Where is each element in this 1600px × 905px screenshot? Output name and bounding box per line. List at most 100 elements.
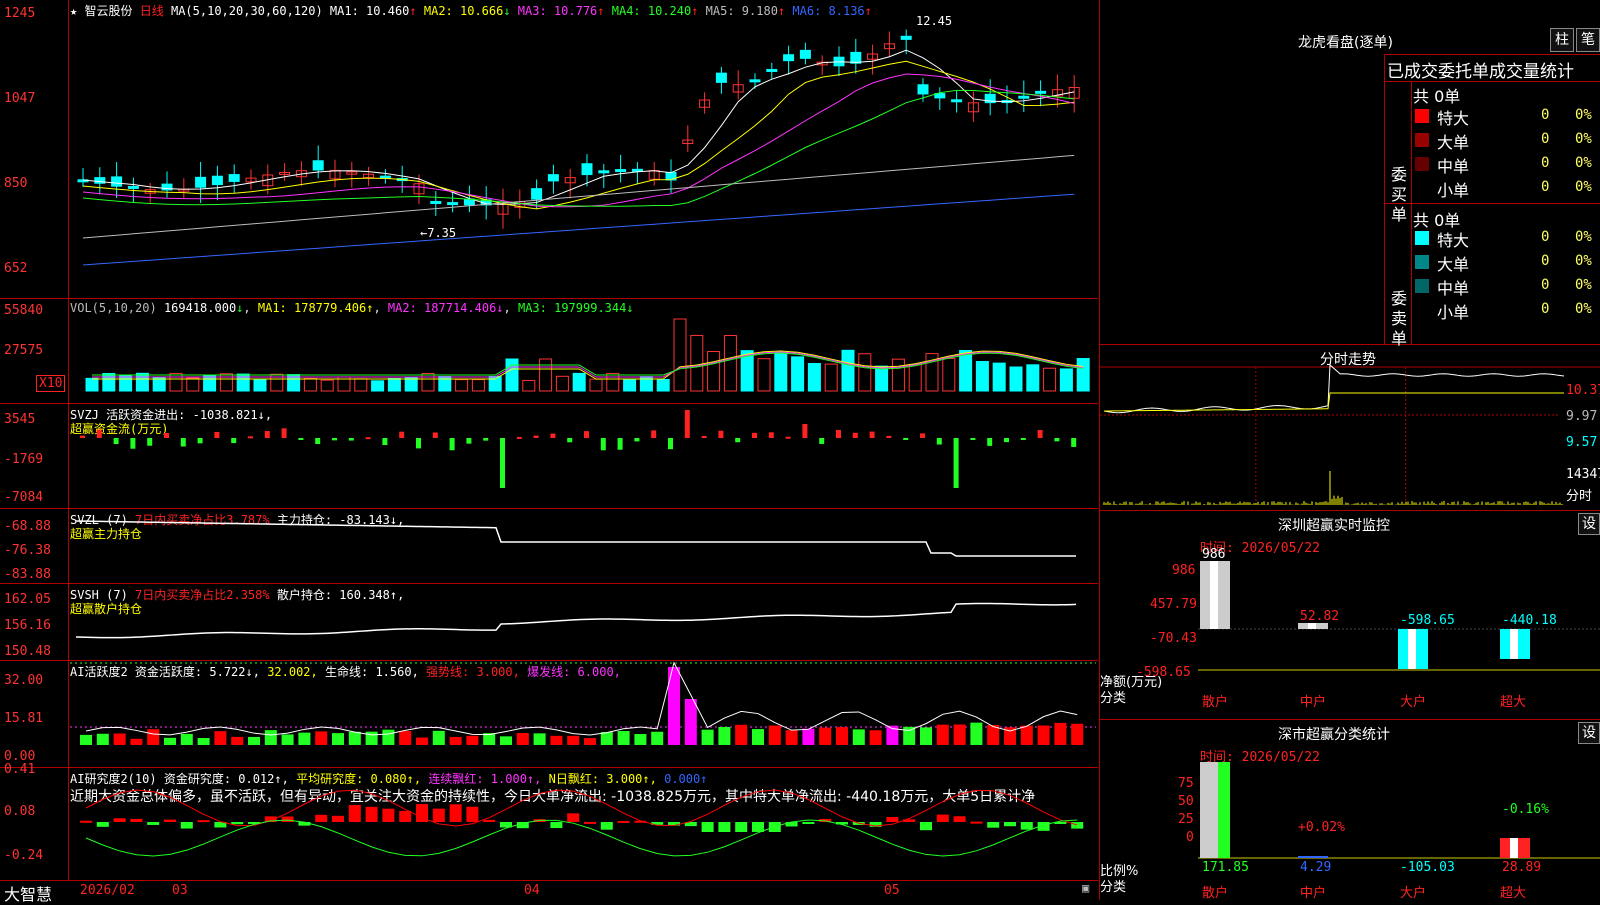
volume-bar [673,318,687,392]
sz-class-bar-part [1218,762,1230,858]
research-bar [382,808,395,822]
research-bar [449,804,462,822]
active-bar [600,732,613,745]
volume-bar [320,379,334,392]
row-swatch [1415,181,1429,195]
column-mode-button[interactable]: 柱 [1550,28,1574,52]
sz-class-bar-highlight [1510,838,1518,858]
svzj-bars [80,410,1077,488]
research-bar [987,822,1000,828]
candle-body [850,51,862,64]
sz-class-panel[interactable]: 深市超赢分类统计 设 时间: 2026/05/22 75 50 25 0 比例%… [1099,720,1600,901]
research-bar [617,820,630,823]
flow-bar [785,436,791,439]
research-red-line [85,789,1078,827]
research-bar [970,821,983,824]
candle-body [799,49,811,59]
candle-body [1018,95,1030,99]
volume-bar [1026,364,1040,392]
svzj-panel[interactable]: SVZJ 活跃资金进出: -1038.821↓, 超赢资金流(万元) 3545 … [0,404,1098,509]
flow-bar [466,438,472,444]
ma-line [82,154,1075,239]
research-bar [180,822,193,829]
active-bar [332,733,344,745]
flow-bar [802,424,808,438]
row-count: 0 [1541,107,1550,123]
volume-bar [354,378,368,392]
volume-bar [471,379,485,392]
active-bar [466,735,479,745]
flow-bar [214,431,220,438]
active-bar [500,736,512,745]
research-bar [231,822,244,825]
active-bar [802,728,815,745]
volume-bar [1076,358,1090,392]
ai-active-panel[interactable]: AI活跃度2 资金活跃度: 5.722↓, 32.002, 生命线: 1.560… [0,661,1098,768]
candle-body [631,168,643,172]
volume-bar [908,363,922,392]
row-count: 0 [1541,301,1550,317]
dragon-sep [1385,81,1600,82]
active-bar [1037,725,1050,745]
candle-body [195,176,207,188]
row-swatch [1415,279,1429,293]
active-bar [1020,725,1033,745]
volume-bar [203,374,217,392]
volume-bar [135,372,149,392]
candle-body [228,174,240,182]
research-bar [920,822,932,831]
active-bar [684,699,697,745]
flow-bar [953,438,959,488]
svzl-panel[interactable]: SVZL (7) 7日内买卖净占比3.787% 主力持仓: -83.143↓, … [0,509,1098,584]
flow-bar [197,438,203,444]
active-bar [819,727,832,745]
research-bar [466,806,479,822]
candle-body [715,72,727,83]
volume-panel[interactable]: VOL(5,10,20) 169418.000↓, MA1: 178779.40… [0,299,1098,404]
research-bar [1071,822,1084,829]
volume-bar [102,373,116,392]
volume-bar [539,358,553,392]
ai-research-panel[interactable]: AI研究度2(10) 资金研究度: 0.012↑, 平均研究度: 0.080↑,… [0,762,1098,881]
flow-bar [248,436,253,439]
flow-bar [416,438,421,449]
buy-total: 共 0单 [1413,87,1461,106]
sz-monitor-bar-highlight [1210,561,1218,629]
research-bar [113,818,126,822]
row-swatch [1415,255,1429,269]
volume-bar [589,378,603,392]
volume-bar [942,357,956,392]
intraday-panel[interactable]: 分时走势 10.37 9.97 9.57 14347 分时 [1099,345,1600,511]
flow-bar [752,432,757,438]
flow-bar [231,438,237,444]
volume-bar [1043,367,1057,392]
active-bar [248,736,260,745]
sz-monitor-panel[interactable]: 深圳超赢实时监控 设 时间: 2026/05/22 986 457.79 -70… [1099,511,1600,720]
ma-line [82,193,1075,266]
tick-mode-button[interactable]: 笔 [1576,28,1600,52]
volume-bar [152,377,166,392]
row-name: 小单 [1437,303,1470,322]
price-panel[interactable]: ★ 智云股份 日线 MA(5,10,20,30,60,120) MA1: 10.… [0,0,1098,299]
research-bar [147,822,160,825]
volume-bar [975,361,989,392]
volume-ma-line [92,351,1084,378]
row-count: 0 [1541,155,1550,171]
flow-bar [617,438,623,450]
active-bar [735,724,748,745]
svsh-panel[interactable]: SVSH (7) 7日内买卖净占比2.358% 散户持仓: 160.348↑, … [0,584,1098,661]
lock-icon[interactable]: ▣ [1082,881,1089,895]
row-pct: 0% [1575,131,1592,147]
candle-body [127,185,139,189]
volume-bar [522,379,536,392]
active-bar [432,730,445,745]
candle-body [111,176,123,187]
dragon-panel[interactable]: 龙虎看盘(逐单) 柱 笔 已成交委托单成交量统计 委买单 委卖单 共 0单 共 … [1099,0,1600,348]
active-bar [584,738,596,745]
volume-bar [707,351,721,392]
flow-bar [298,438,304,440]
flow-bar [130,438,136,449]
intraday-chart [1100,363,1600,505]
row-name: 中单 [1437,157,1470,176]
row-swatch [1415,303,1429,317]
